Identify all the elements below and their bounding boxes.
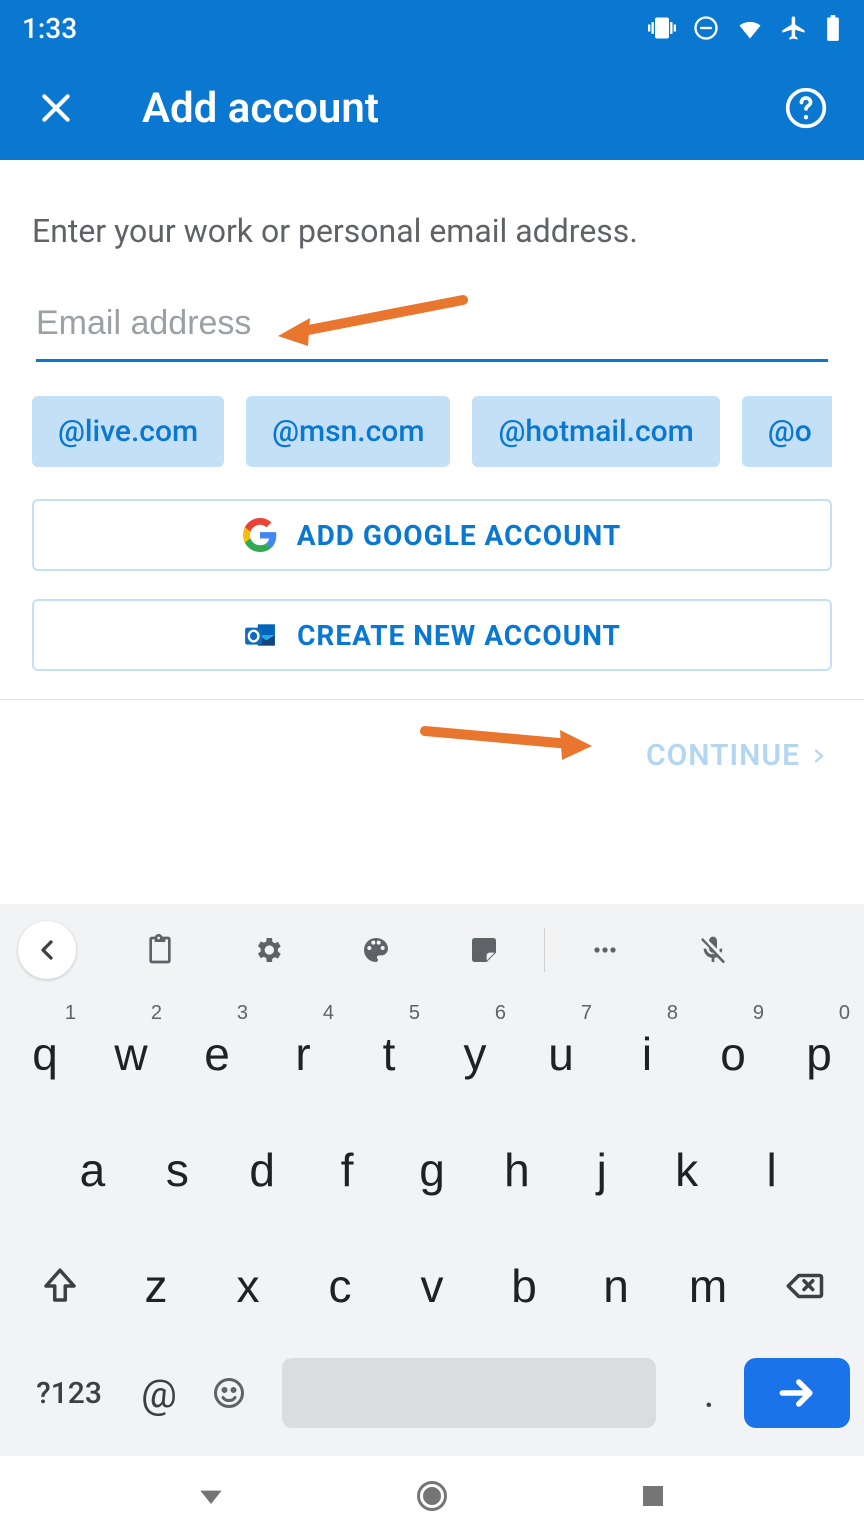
key-r[interactable]: 4r <box>260 996 346 1112</box>
airplane-icon <box>780 14 808 42</box>
key-j[interactable]: j <box>559 1112 644 1228</box>
outlook-icon <box>243 618 277 652</box>
key-y[interactable]: 6y <box>432 996 518 1112</box>
key-g[interactable]: g <box>390 1112 475 1228</box>
nav-back-button[interactable] <box>189 1474 233 1518</box>
keyboard: 1q2w3e4r5t6y7u8i9o0p asdfghjkl zxcvbnm ?… <box>0 904 864 1456</box>
more-icon[interactable] <box>551 920 659 980</box>
status-bar: 1:33 <box>0 0 864 56</box>
period-key[interactable]: . <box>674 1358 744 1428</box>
key-a[interactable]: a <box>50 1112 135 1228</box>
symbols-key[interactable]: ?123 <box>14 1358 124 1428</box>
palette-icon[interactable] <box>322 920 430 980</box>
status-time: 1:33 <box>22 12 77 45</box>
system-nav-bar <box>0 1456 864 1536</box>
key-z[interactable]: z <box>110 1228 202 1344</box>
main-content: Enter your work or personal email addres… <box>0 160 864 811</box>
gear-icon[interactable] <box>214 920 322 980</box>
key-v[interactable]: v <box>386 1228 478 1344</box>
key-p[interactable]: 0p <box>776 996 862 1112</box>
dnd-icon <box>692 14 720 42</box>
key-f[interactable]: f <box>305 1112 390 1228</box>
kb-row-3: zxcvbnm <box>0 1228 864 1344</box>
key-w[interactable]: 2w <box>88 996 174 1112</box>
add-google-button[interactable]: ADD GOOGLE ACCOUNT <box>32 499 832 571</box>
enter-key[interactable] <box>744 1358 850 1428</box>
key-l[interactable]: l <box>729 1112 814 1228</box>
kb-row-1: 1q2w3e4r5t6y7u8i9o0p <box>0 996 864 1112</box>
prompt-text: Enter your work or personal email addres… <box>32 212 832 250</box>
key-c[interactable]: c <box>294 1228 386 1344</box>
shift-key[interactable] <box>10 1228 110 1344</box>
kb-row-bottom: ?123 @ . <box>0 1350 864 1436</box>
key-e[interactable]: 3e <box>174 996 260 1112</box>
chip-msn[interactable]: @msn.com <box>246 396 450 467</box>
continue-button[interactable]: CONTINUE <box>646 738 832 773</box>
key-b[interactable]: b <box>478 1228 570 1344</box>
google-button-label: ADD GOOGLE ACCOUNT <box>297 519 622 552</box>
chip-outlook[interactable]: @o <box>742 396 832 467</box>
domain-chips: @live.com @msn.com @hotmail.com @o <box>32 396 832 467</box>
key-x[interactable]: x <box>202 1228 294 1344</box>
keyboard-toolbar <box>0 904 864 996</box>
kb-row-2: asdfghjkl <box>0 1112 864 1228</box>
create-account-button[interactable]: CREATE NEW ACCOUNT <box>32 599 832 671</box>
nav-home-button[interactable] <box>410 1474 454 1518</box>
page-title: Add account <box>142 84 784 133</box>
key-s[interactable]: s <box>135 1112 220 1228</box>
backspace-key[interactable] <box>754 1228 854 1344</box>
battery-icon <box>824 14 842 42</box>
clipboard-icon[interactable] <box>106 920 214 980</box>
status-icons <box>648 14 842 42</box>
google-icon <box>243 518 277 552</box>
chevron-right-icon <box>810 747 828 765</box>
emoji-key[interactable] <box>194 1358 264 1428</box>
key-u[interactable]: 7u <box>518 996 604 1112</box>
wifi-icon <box>736 14 764 42</box>
nav-recent-button[interactable] <box>631 1474 675 1518</box>
email-input[interactable] <box>36 290 828 362</box>
key-m[interactable]: m <box>662 1228 754 1344</box>
key-t[interactable]: 5t <box>346 996 432 1112</box>
key-q[interactable]: 1q <box>2 996 88 1112</box>
key-h[interactable]: h <box>474 1112 559 1228</box>
continue-row: CONTINUE <box>32 700 832 811</box>
email-input-wrap <box>32 290 832 362</box>
continue-label: CONTINUE <box>646 738 800 773</box>
key-k[interactable]: k <box>644 1112 729 1228</box>
kb-separator <box>544 928 545 972</box>
at-key[interactable]: @ <box>124 1358 194 1428</box>
key-i[interactable]: 8i <box>604 996 690 1112</box>
key-d[interactable]: d <box>220 1112 305 1228</box>
vibrate-icon <box>648 14 676 42</box>
key-o[interactable]: 9o <box>690 996 776 1112</box>
mic-off-icon[interactable] <box>659 920 767 980</box>
create-button-label: CREATE NEW ACCOUNT <box>297 619 621 652</box>
app-header: Add account <box>0 56 864 160</box>
key-n[interactable]: n <box>570 1228 662 1344</box>
chip-hotmail[interactable]: @hotmail.com <box>472 396 719 467</box>
chip-live[interactable]: @live.com <box>32 396 224 467</box>
sticker-icon[interactable] <box>430 920 538 980</box>
close-icon[interactable] <box>36 88 76 128</box>
space-key[interactable] <box>282 1358 656 1428</box>
kb-collapse-button[interactable] <box>18 921 76 979</box>
help-icon[interactable] <box>784 86 828 130</box>
